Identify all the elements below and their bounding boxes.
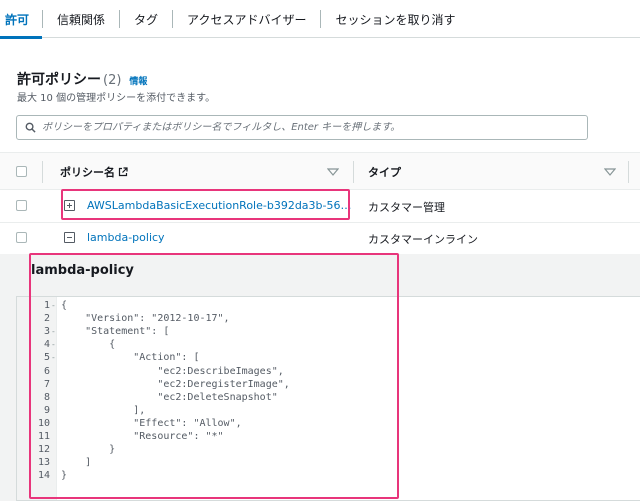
line-number: 10	[37, 417, 50, 429]
column-policy-name-label: ポリシー名	[60, 166, 115, 179]
column-divider	[628, 161, 629, 183]
row-checkbox[interactable]	[16, 200, 27, 211]
code-line: 10 "Effect": "Allow",	[17, 418, 637, 431]
line-number: 1	[43, 300, 50, 311]
policy-name-link[interactable]: AWSLambdaBasicExecutionRole-b392da3b-56…	[87, 199, 352, 212]
sort-down-icon[interactable]	[604, 168, 616, 176]
code-text: "ec2:DescribeImages",	[61, 365, 284, 377]
line-number: 11	[37, 431, 50, 442]
code-text: "Version": "2012-10-17",	[61, 313, 230, 325]
tab-bar: 許可 信頼関係 タグ アクセスアドバイザー セッションを取り消す	[0, 0, 640, 39]
line-number: 12	[37, 444, 50, 456]
line-number: 3	[43, 326, 50, 338]
policy-filter	[16, 115, 588, 140]
code-line: 8 "ec2:DeleteSnapshot"	[17, 392, 637, 405]
code-line: 12 }	[17, 444, 637, 457]
sort-down-icon[interactable]	[327, 168, 339, 176]
code-text: "ec2:DeleteSnapshot"	[61, 391, 278, 403]
select-all-checkbox[interactable]	[16, 166, 27, 177]
code-line: 13 ]	[17, 457, 637, 470]
line-number: 6	[43, 365, 50, 377]
collapse-minus-icon[interactable]	[64, 232, 75, 243]
table-header: ポリシー名 タイプ	[0, 152, 640, 190]
code-line: 3- "Statement": [	[17, 326, 637, 339]
column-type[interactable]: タイプ	[368, 164, 401, 180]
policy-json-editor[interactable]: 1-{2 "Version": "2012-10-17", 3- "Stateme…	[16, 296, 640, 501]
code-text: ],	[61, 404, 146, 416]
code-line: 6 "ec2:DescribeImages",	[17, 366, 637, 379]
code-line: 11 "Resource": "*"	[17, 431, 637, 444]
tab-revoke-sessions[interactable]: セッションを取り消す	[321, 0, 469, 38]
expand-plus-icon[interactable]	[64, 200, 75, 211]
code-line: 7 "ec2:DeregisterImage",	[17, 379, 637, 392]
line-number: 13	[37, 457, 50, 469]
line-number: 4	[43, 339, 50, 351]
line-number: 8	[43, 391, 50, 403]
row-checkbox[interactable]	[16, 232, 27, 243]
fold-toggle-icon[interactable]: -	[51, 327, 56, 336]
tab-access-advisor[interactable]: アクセスアドバイザー	[173, 0, 320, 38]
line-number: 5	[43, 352, 50, 364]
table-row: lambda-policy カスタマーインライン	[0, 222, 640, 255]
table-row: AWSLambdaBasicExecutionRole-b392da3b-56……	[0, 190, 640, 223]
tab-permissions[interactable]: 許可	[0, 0, 43, 39]
code-text: {	[61, 339, 116, 351]
code-text: "Effect": "Allow",	[61, 417, 242, 429]
code-text: "ec2:DeregisterImage",	[61, 378, 290, 390]
external-link-icon[interactable]	[118, 167, 128, 177]
section-description: 最大 10 個の管理ポリシーを添付できます。	[17, 93, 216, 104]
code-line: 2 "Version": "2012-10-17",	[17, 313, 637, 326]
line-number: 7	[43, 378, 50, 390]
fold-toggle-icon[interactable]: -	[51, 353, 56, 362]
code-line: 14}	[17, 470, 637, 483]
code-line: 9 ],	[17, 405, 637, 418]
line-number: 14	[37, 470, 50, 482]
search-icon	[25, 122, 36, 133]
policy-name-link[interactable]: lambda-policy	[87, 231, 165, 244]
code-line: 1-{	[17, 300, 637, 313]
policy-detail-title: lambda-policy	[31, 263, 134, 278]
line-number: 9	[43, 404, 50, 416]
column-divider	[42, 161, 43, 183]
policy-type: カスタマー管理	[368, 201, 445, 214]
info-link[interactable]: 情報	[129, 77, 147, 87]
tab-tags[interactable]: タグ	[120, 0, 172, 38]
column-divider	[353, 161, 354, 183]
code-text: "Statement": [	[61, 326, 170, 338]
code-text: }	[61, 470, 68, 482]
policy-filter-input[interactable]	[42, 122, 582, 133]
code-text: {	[61, 300, 68, 311]
line-number: 2	[43, 313, 50, 325]
code-text: }	[61, 444, 116, 456]
tab-trust-relationships[interactable]: 信頼関係	[43, 0, 119, 38]
fold-toggle-icon[interactable]: -	[51, 340, 56, 349]
policy-count: (2)	[103, 73, 122, 88]
code-text: "Action": [	[61, 352, 200, 364]
code-text: ]	[61, 457, 92, 469]
column-policy-name[interactable]: ポリシー名	[60, 164, 128, 180]
code-line: 5- "Action": [	[17, 352, 637, 365]
code-text: "Resource": "*"	[61, 431, 224, 442]
section-title: 許可ポリシー (2) 情報	[17, 69, 147, 89]
fold-toggle-icon[interactable]: -	[51, 301, 56, 310]
code-line: 4- {	[17, 339, 637, 352]
policy-type: カスタマーインライン	[368, 233, 478, 246]
section-title-text: 許可ポリシー	[17, 72, 101, 88]
